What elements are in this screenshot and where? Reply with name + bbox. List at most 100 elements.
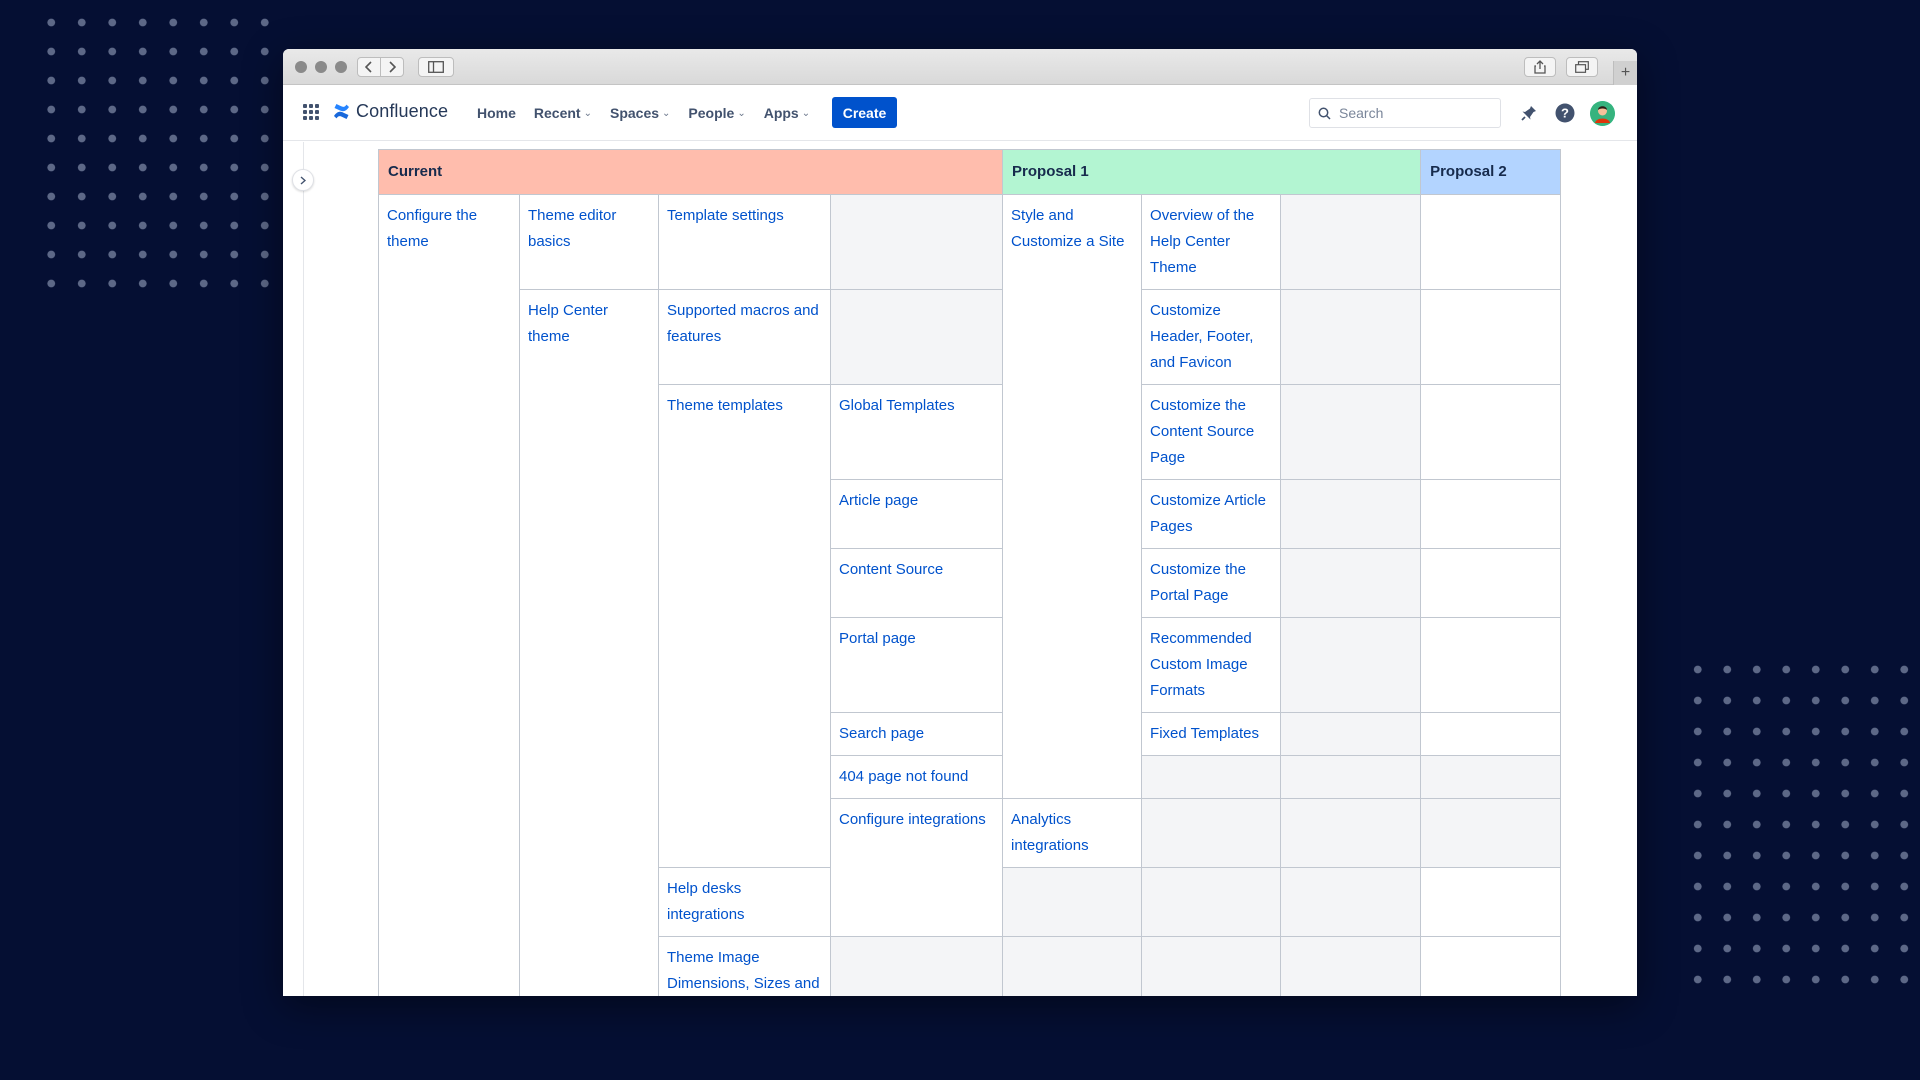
table-cell-link[interactable]: Theme templates: [658, 384, 831, 868]
header-proposal-2: Proposal 2: [1420, 149, 1562, 195]
search-box[interactable]: [1309, 98, 1501, 128]
empty-cell: [1141, 867, 1282, 937]
table-cell-link[interactable]: Configure integrations: [829, 798, 1004, 937]
empty-cell: [1420, 755, 1562, 799]
svg-text:?: ?: [1561, 106, 1569, 121]
page-content: Current Proposal 1 Proposal 2 Configure …: [283, 142, 1637, 996]
table-cell-link[interactable]: Customize Article Pages: [1141, 479, 1282, 549]
table-cell-link[interactable]: Help desks integrations: [658, 867, 831, 937]
nav-recent-label: Recent: [533, 105, 581, 121]
nav-spaces-label: Spaces: [609, 105, 660, 121]
content-table: Current Proposal 1 Proposal 2 Configure …: [377, 149, 1562, 996]
nav-apps-label: Apps: [763, 105, 799, 121]
app-switcher-icon[interactable]: [303, 104, 320, 121]
table-cell-link[interactable]: Customize the Content Source Page: [1141, 384, 1282, 480]
empty-cell: [829, 289, 1004, 385]
empty-cell: [1280, 548, 1422, 618]
empty-cell: [1420, 289, 1562, 385]
header-current: Current: [377, 149, 1004, 195]
empty-cell: [1280, 798, 1422, 868]
empty-cell: [1280, 712, 1422, 756]
empty-cell: [1280, 384, 1422, 480]
table-cell-link[interactable]: Fixed Templates: [1141, 712, 1282, 756]
table-cell-link[interactable]: Overview of the Help Center Theme: [1141, 194, 1282, 290]
empty-cell: [1280, 617, 1422, 713]
nav-people-label: People: [688, 105, 735, 121]
empty-cell: [1280, 194, 1422, 290]
empty-cell: [829, 194, 1004, 290]
background-dot-pattern: [36, 8, 276, 288]
forward-icon[interactable]: [380, 57, 404, 77]
search-input[interactable]: [1339, 105, 1489, 121]
table-cell-link[interactable]: Template settings: [658, 194, 831, 290]
confluence-logo-icon: [334, 104, 349, 119]
chevron-down-icon: ⌄: [801, 107, 811, 119]
maximize-window-button[interactable]: [335, 61, 347, 73]
sidebar-divider: [303, 142, 304, 996]
empty-cell: [1002, 936, 1143, 996]
confluence-logo[interactable]: Confluence: [333, 101, 448, 122]
nav-home-label: Home: [477, 105, 516, 121]
table-cell-link[interactable]: Help Center theme: [519, 289, 659, 996]
logo-text: Confluence: [356, 101, 449, 121]
background-dot-pattern: [1683, 654, 1920, 984]
confluence-navbar: Confluence Home Recent ⌄ Spaces ⌄ People ⌄ …: [283, 85, 1637, 141]
search-icon: [1318, 107, 1331, 120]
nav-recent[interactable]: Recent ⌄: [534, 105, 592, 121]
empty-cell: [1280, 755, 1422, 799]
chevron-down-icon: ⌄: [662, 107, 671, 119]
header-proposal-1: Proposal 1: [1002, 149, 1422, 195]
empty-cell: [1280, 867, 1422, 937]
help-icon[interactable]: ?: [1553, 101, 1577, 125]
empty-cell: [829, 936, 1004, 996]
table-cell-link[interactable]: Customize the Portal Page: [1141, 548, 1282, 618]
close-window-button[interactable]: [295, 61, 307, 73]
nav-spaces[interactable]: Spaces ⌄: [610, 105, 670, 121]
table-cell-link[interactable]: Content Source: [829, 548, 1004, 618]
table-cell-link[interactable]: Search page: [829, 712, 1004, 756]
tabs-overview-icon[interactable]: [1566, 57, 1598, 77]
browser-titlebar: +: [283, 49, 1637, 85]
create-button[interactable]: Create: [832, 97, 897, 128]
empty-cell: [1141, 798, 1282, 868]
nav-apps[interactable]: Apps ⌄: [764, 105, 810, 121]
avatar[interactable]: [1590, 101, 1615, 126]
empty-cell: [1420, 798, 1562, 868]
chevron-down-icon: ⌄: [737, 107, 746, 119]
minimize-window-button[interactable]: [315, 61, 327, 73]
table-cell-link[interactable]: Article page: [829, 479, 1004, 549]
chevron-right-icon: [300, 175, 306, 185]
table-cell-link[interactable]: Theme Image Dimensions, Sizes and Format…: [658, 936, 831, 996]
expand-sidebar-button[interactable]: [292, 169, 314, 191]
table-cell-link[interactable]: Style and Customize a Site: [1002, 194, 1143, 799]
nav-people[interactable]: People ⌄: [688, 105, 745, 121]
table-cell-link[interactable]: Supported macros and features: [658, 289, 831, 385]
empty-cell: [1420, 617, 1562, 713]
empty-cell: [1280, 479, 1422, 549]
empty-cell: [1420, 384, 1562, 480]
sidebar-toggle-icon[interactable]: [418, 57, 454, 77]
table-cell-link[interactable]: Customize Header, Footer, and Favicon: [1141, 289, 1282, 385]
new-tab-icon[interactable]: +: [1613, 61, 1637, 85]
table-cell-link[interactable]: Recommended Custom Image Formats: [1141, 617, 1282, 713]
empty-cell: [1141, 755, 1282, 799]
table-cell-link[interactable]: Global Templates: [829, 384, 1004, 480]
empty-cell: [1420, 936, 1562, 996]
empty-cell: [1420, 867, 1562, 937]
table-cell-link[interactable]: 404 page not found: [829, 755, 1004, 799]
table-cell-link[interactable]: Theme editor basics: [519, 194, 659, 290]
empty-cell: [1420, 712, 1562, 756]
empty-cell: [1420, 548, 1562, 618]
notification-icon[interactable]: [1517, 101, 1541, 125]
browser-window: + Confluence Home Recent ⌄ Spaces ⌄ People…: [283, 49, 1637, 996]
table-cell-link[interactable]: Configure the theme: [378, 194, 520, 996]
nav-home[interactable]: Home: [477, 105, 516, 121]
empty-cell: [1002, 867, 1143, 937]
back-icon[interactable]: [357, 57, 381, 77]
share-icon[interactable]: [1524, 57, 1556, 77]
empty-cell: [1141, 936, 1282, 996]
table-cell-link[interactable]: Analytics integrations: [1002, 798, 1143, 868]
table-cell-link[interactable]: Portal page: [829, 617, 1004, 713]
chevron-down-icon: ⌄: [583, 107, 592, 119]
empty-cell: [1280, 936, 1422, 996]
